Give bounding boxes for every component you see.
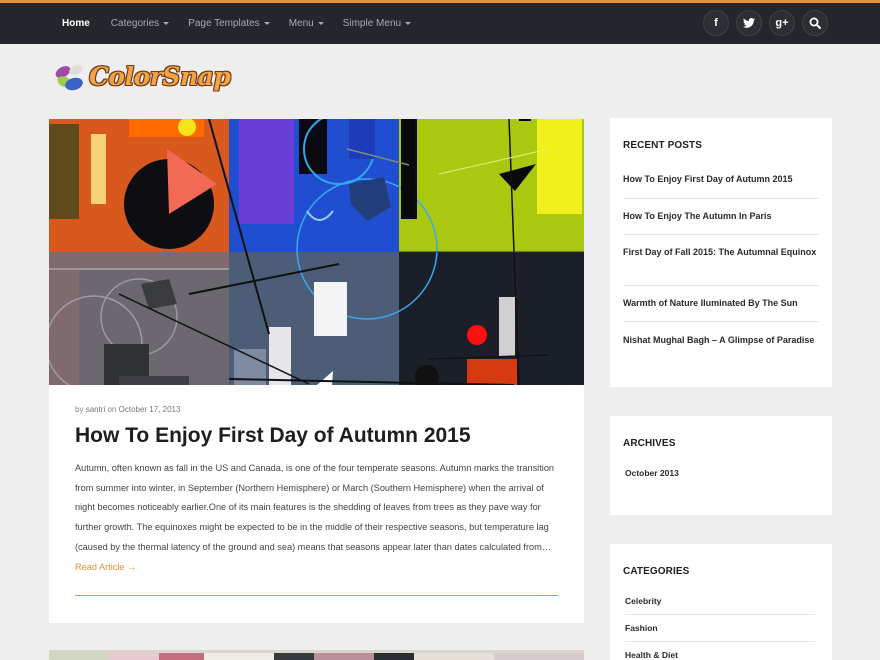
- divider: [625, 614, 815, 615]
- recent-post-link[interactable]: How To Enjoy First Day of Autumn 2015: [623, 172, 819, 187]
- archives-widget: ARCHIVES October 2013: [610, 416, 832, 515]
- caret-down-icon: [317, 22, 324, 25]
- nav-item-label: Page Templates: [188, 18, 260, 29]
- post-divider: [75, 595, 558, 596]
- archive-link[interactable]: October 2013: [625, 468, 679, 478]
- divider: [623, 234, 819, 235]
- nav-item-page-templates[interactable]: Page Templates: [188, 18, 270, 29]
- recent-post-link[interactable]: Nishat Mughal Bagh – A Glimpse of Paradi…: [623, 333, 819, 348]
- category-link[interactable]: Fashion: [625, 623, 658, 633]
- post-featured-image[interactable]: [49, 119, 584, 385]
- post-title[interactable]: How To Enjoy First Day of Autumn 2015: [75, 424, 471, 448]
- widget-title: CATEGORIES: [623, 566, 690, 577]
- nav-item-label: Simple Menu: [342, 18, 402, 29]
- facebook-icon[interactable]: f: [703, 10, 729, 36]
- social-links: f g+: [696, 10, 828, 36]
- post-excerpt-text: Autumn, often known as fall in the US an…: [75, 463, 555, 552]
- nav-item-home[interactable]: Home: [62, 18, 90, 29]
- abstract-art-image: [49, 119, 584, 385]
- meta-by-label: by: [75, 405, 84, 414]
- category-link[interactable]: Health & Diet: [625, 650, 678, 660]
- divider: [623, 198, 819, 199]
- facebook-glyph: f: [714, 17, 718, 29]
- nav-item-label: Menu: [288, 18, 314, 29]
- recent-post-link[interactable]: How To Enjoy The Autumn In Paris: [623, 209, 819, 224]
- widget-title: ARCHIVES: [623, 438, 676, 449]
- nav-item-categories[interactable]: Categories: [110, 18, 170, 29]
- next-post-image-strip: [49, 653, 584, 660]
- google-plus-icon[interactable]: g+: [769, 10, 795, 36]
- magnifier-icon: [809, 17, 821, 29]
- search-icon[interactable]: [802, 10, 828, 36]
- logo-text: ColorSnap: [89, 62, 231, 91]
- recent-post-link[interactable]: First Day of Fall 2015: The Autumnal Equ…: [623, 245, 819, 260]
- site-logo[interactable]: ColorSnap: [52, 58, 231, 104]
- divider: [623, 321, 819, 322]
- main-menu: Home Categories Page Templates Menu Simp…: [52, 3, 430, 44]
- categories-widget: CATEGORIES Celebrity Fashion Health & Di…: [610, 544, 832, 660]
- google-plus-glyph: g+: [775, 17, 789, 29]
- post-date-link[interactable]: October 17, 2013: [119, 405, 181, 414]
- post-author-link[interactable]: santri: [86, 405, 106, 414]
- divider: [623, 285, 819, 286]
- featured-post: by santri on October 17, 2013 How To Enj…: [49, 119, 584, 623]
- recent-post-link[interactable]: Warmth of Nature Iluminated By The Sun: [623, 296, 819, 311]
- nav-item-label: Categories: [110, 18, 160, 29]
- category-link[interactable]: Celebrity: [625, 596, 661, 606]
- divider: [625, 641, 815, 642]
- nav-item-label: Home: [62, 18, 90, 29]
- meta-on-label: on: [107, 405, 117, 414]
- post-meta: by santri on October 17, 2013: [75, 405, 180, 414]
- recent-posts-widget: RECENT POSTS How To Enjoy First Day of A…: [610, 118, 832, 387]
- next-post-image[interactable]: [49, 650, 584, 660]
- post-excerpt: Autumn, often known as fall in the US an…: [75, 459, 560, 577]
- top-navbar: Home Categories Page Templates Menu Simp…: [0, 0, 880, 44]
- caret-down-icon: [163, 22, 170, 25]
- twitter-bird-icon: [743, 18, 755, 28]
- caret-down-icon: [405, 22, 412, 25]
- nav-item-menu[interactable]: Menu: [289, 18, 324, 29]
- logo-mark-icon: [55, 65, 83, 91]
- caret-down-icon: [263, 22, 270, 25]
- twitter-icon[interactable]: [736, 10, 762, 36]
- read-more-link[interactable]: Read Article →: [75, 562, 136, 572]
- widget-title: RECENT POSTS: [623, 140, 702, 151]
- nav-item-simple-menu[interactable]: Simple Menu: [342, 18, 412, 29]
